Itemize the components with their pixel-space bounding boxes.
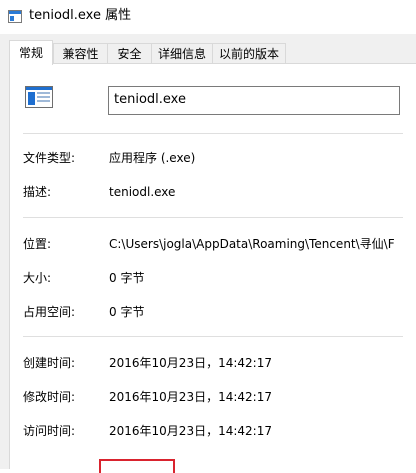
tab-details[interactable]: 详细信息 — [151, 43, 213, 63]
size-on-disk-label: 占用空间: — [23, 305, 76, 319]
separator — [23, 336, 403, 337]
location-value: C:\Users\jogla\AppData\Roaming\Tencent\寻… — [109, 237, 395, 251]
file-type-label: 文件类型: — [23, 151, 76, 165]
size-on-disk-value: 0 字节 — [109, 305, 145, 319]
file-name-field[interactable]: teniodl.exe — [108, 86, 400, 115]
generic-window-icon — [8, 10, 22, 23]
separator — [23, 133, 403, 134]
modified-label: 修改时间: — [23, 390, 76, 404]
file-type-value: 应用程序 (.exe) — [109, 151, 196, 165]
size-label: 大小: — [23, 271, 52, 285]
size-value: 0 字节 — [109, 271, 145, 285]
tab-general[interactable]: 常规 — [9, 40, 53, 65]
separator — [23, 217, 403, 218]
highlight-annotation — [99, 459, 175, 473]
accessed-label: 访问时间: — [23, 424, 76, 438]
created-value: 2016年10月23日，14:42:17 — [109, 356, 272, 370]
tab-security[interactable]: 安全 — [107, 43, 152, 63]
tab-compatibility[interactable]: 兼容性 — [53, 43, 108, 63]
general-tab-panel — [9, 63, 416, 469]
accessed-value: 2016年10月23日，14:42:17 — [109, 424, 272, 438]
location-label: 位置: — [23, 237, 52, 251]
description-value: teniodl.exe — [109, 185, 176, 199]
description-label: 描述: — [23, 185, 52, 199]
modified-value: 2016年10月23日，14:42:17 — [109, 390, 272, 404]
tab-previous-versions[interactable]: 以前的版本 — [212, 43, 286, 63]
created-label: 创建时间: — [23, 356, 76, 370]
title-bar: teniodl.exe 属性 — [0, 0, 416, 34]
window-title: teniodl.exe 属性 — [29, 8, 132, 23]
application-icon — [25, 86, 53, 108]
